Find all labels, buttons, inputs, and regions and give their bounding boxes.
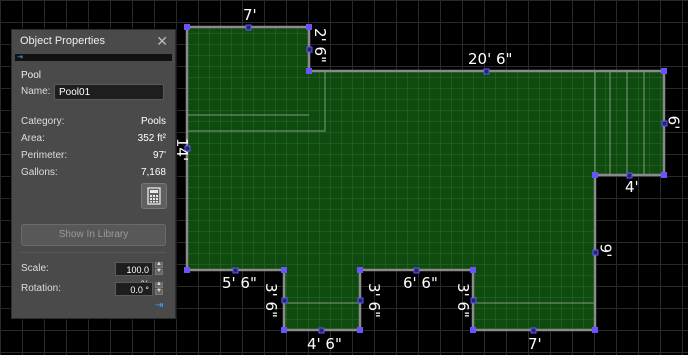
property-value: 7,168 — [140, 167, 166, 178]
pin-icon[interactable]: ⇥ — [17, 54, 23, 61]
name-label: Name: — [21, 86, 51, 97]
property-row-category: Category: Pools — [21, 116, 166, 130]
property-row-gallons: Gallons: 7,168 — [21, 167, 166, 181]
panel-header: Object Properties ✕ — [12, 30, 175, 52]
property-label: Gallons: — [21, 167, 58, 178]
chevron-up-icon[interactable]: ▲ — [156, 261, 162, 267]
panel-toolbar-strip: ⇥ — [15, 54, 172, 61]
panel-title: Object Properties — [20, 35, 105, 47]
dimension-middle-top: 6' 6" — [403, 274, 438, 292]
property-row-perimeter: Perimeter: 97' — [21, 150, 166, 164]
show-in-library-button[interactable]: Show In Library — [21, 224, 166, 246]
rotation-stepper[interactable]: ▲ ▼ — [155, 281, 163, 296]
calculator-button[interactable] — [141, 183, 167, 209]
dimension-middle-notch-vertical: 3' 6" — [364, 283, 383, 318]
pin-icon[interactable]: ⇥ — [155, 300, 163, 311]
property-label: Category: — [21, 116, 65, 127]
scale-input[interactable]: 100.0 % — [115, 262, 153, 289]
dimension-top-left: 7' — [243, 6, 257, 24]
dimension-right-lower: 9' — [596, 243, 615, 258]
property-value: 97' — [152, 150, 166, 161]
chevron-up-icon[interactable]: ▲ — [156, 281, 162, 287]
calculator-icon — [147, 187, 161, 205]
property-row-area: Area: 352 ft² — [21, 133, 166, 147]
dimension-left-notch-vertical: 3' 6" — [261, 283, 280, 318]
object-type-heading: Pool — [21, 70, 42, 81]
dimension-right-side: 6' — [664, 115, 683, 130]
rotation-input[interactable]: 0.0 ° — [115, 282, 153, 296]
dimension-notch-vertical: 2' 6" — [310, 28, 329, 63]
property-label: Perimeter: — [21, 150, 68, 161]
dimension-step-horizontal: 4' — [625, 178, 639, 196]
name-input[interactable]: Pool01 — [54, 84, 164, 100]
property-value: 352 ft² — [137, 133, 166, 144]
dimension-left-notch-bottom: 4' 6" — [307, 335, 342, 353]
dimension-top-right: 20' 6" — [468, 50, 513, 68]
chevron-down-icon[interactable]: ▼ — [156, 268, 162, 274]
property-label: Area: — [21, 133, 45, 144]
scale-label: Scale: — [21, 263, 49, 274]
object-properties-panel: Object Properties ✕ ⇥ Pool Name: Pool01 … — [11, 29, 176, 319]
scale-stepper[interactable]: ▲ ▼ — [155, 261, 163, 276]
dimension-left-side: 14' — [173, 137, 192, 162]
dimension-bottom-right: 7' — [528, 335, 542, 353]
divider — [21, 252, 166, 253]
chevron-down-icon[interactable]: ▼ — [156, 288, 162, 294]
close-icon[interactable]: ✕ — [156, 30, 168, 52]
dimension-right-notch-vertical: 3' 6" — [453, 283, 472, 318]
rotation-label: Rotation: — [21, 283, 62, 294]
dimension-bottom-left-horizontal: 5' 6" — [222, 274, 257, 292]
property-value: Pools — [140, 116, 166, 127]
